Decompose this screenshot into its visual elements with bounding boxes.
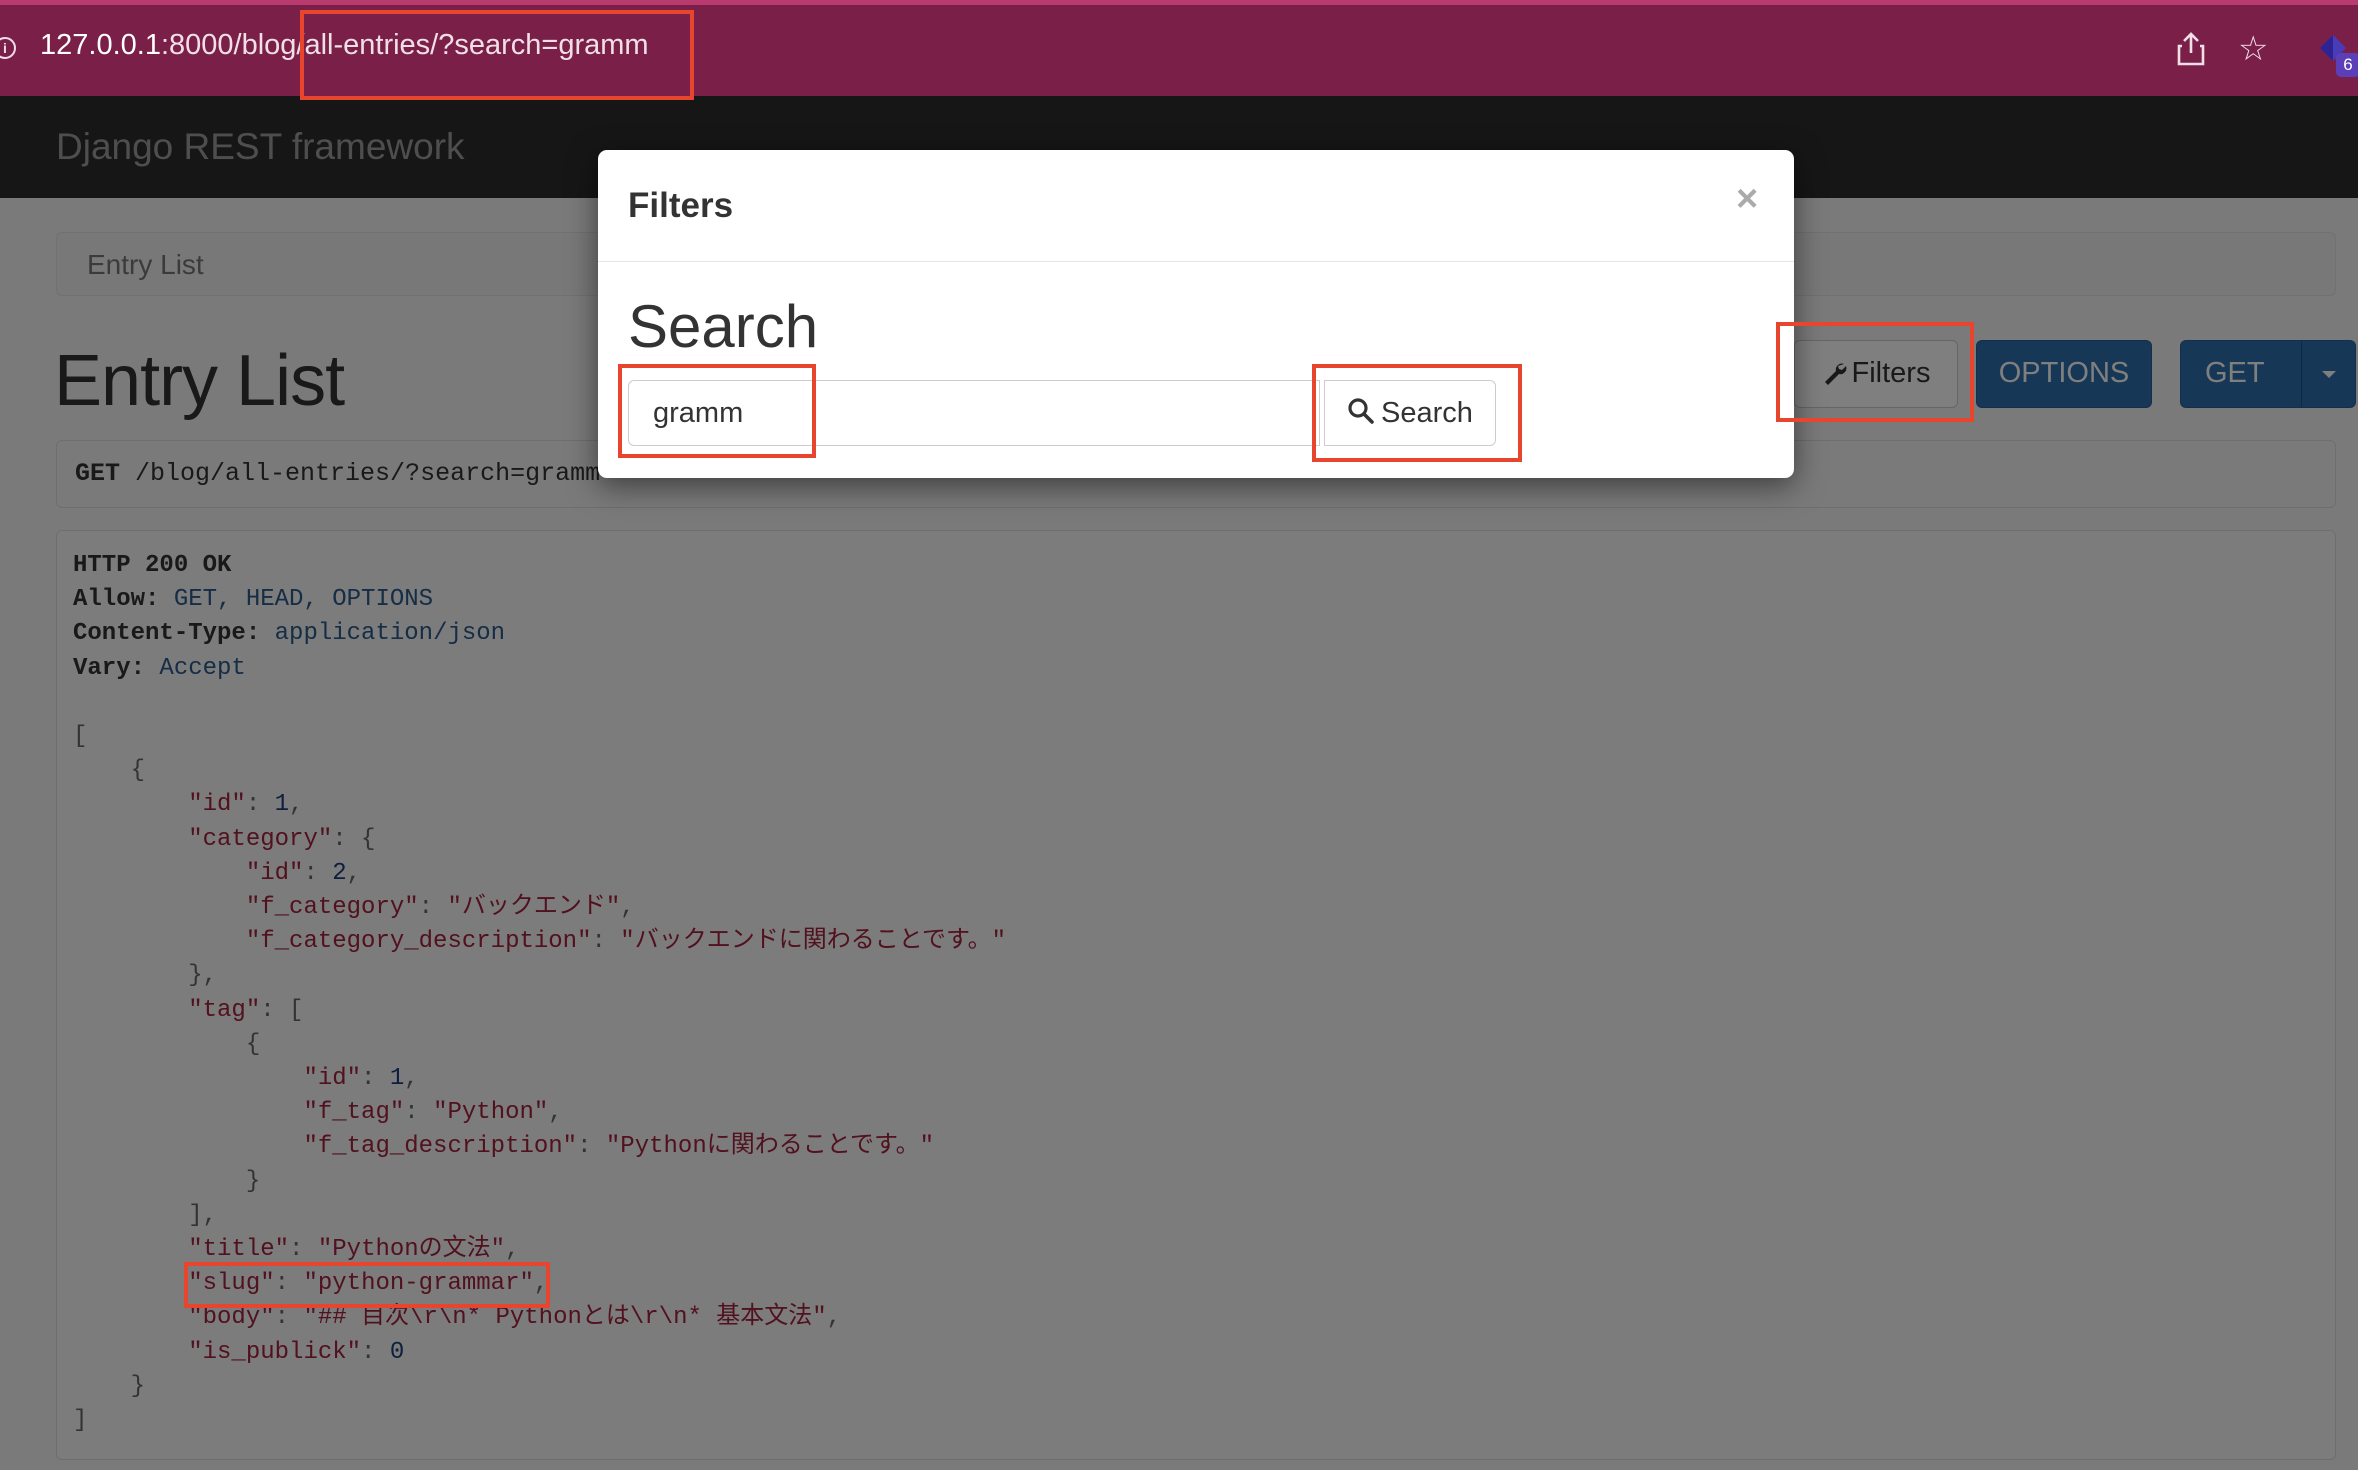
search-heading: Search: [628, 293, 819, 360]
site-info-icon[interactable]: i: [0, 37, 16, 59]
annotation-box-slug: [184, 1262, 550, 1308]
modal-title: Filters: [628, 186, 734, 225]
modal-divider: [598, 261, 1794, 262]
share-icon[interactable]: [2176, 31, 2206, 67]
url-host: 127.0.0.1: [40, 29, 161, 61]
close-icon[interactable]: ×: [1736, 178, 1758, 221]
annotation-box-search-input: [618, 364, 816, 458]
bookmark-star-icon[interactable]: ☆: [2238, 29, 2268, 69]
extension-badge: 6: [2336, 53, 2358, 77]
annotation-box-filters-button: [1776, 322, 1974, 422]
annotation-box-url: [300, 10, 694, 100]
annotation-box-search-button: [1312, 364, 1522, 462]
